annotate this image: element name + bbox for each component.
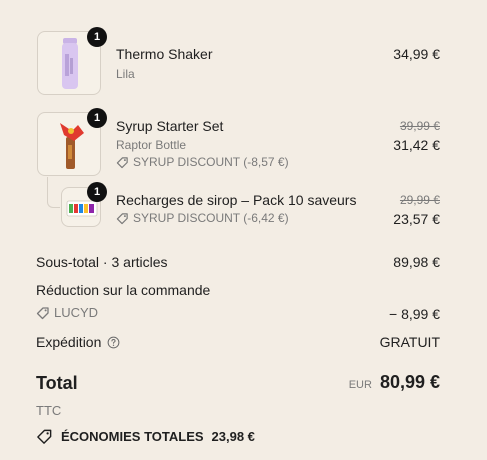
tag-icon (37, 429, 52, 444)
discount-label: SYRUP DISCOUNT (-6,42 €) (133, 211, 289, 225)
help-circle-icon[interactable] (107, 336, 120, 349)
order-discount-label: Réduction sur la commande (36, 282, 211, 298)
tag-icon (36, 306, 49, 319)
item-discount: SYRUP DISCOUNT (-8,57 €) (116, 155, 289, 169)
total-savings: ÉCONOMIES TOTALES 23,98 € (36, 428, 255, 445)
item-name: Syrup Starter Set (116, 118, 224, 134)
item-original-price: 39,99 € (399, 119, 440, 133)
total-value: 80,99 € (379, 372, 440, 392)
item-name: Thermo Shaker (116, 46, 213, 62)
total-amount: EUR 80,99 € (349, 372, 440, 393)
item-variant: Lila (116, 67, 135, 81)
item-variant: Raptor Bottle (116, 138, 187, 152)
quantity-badge: 1 (87, 27, 107, 47)
discount-label: SYRUP DISCOUNT (-8,57 €) (133, 155, 289, 169)
item-name: Recharges de sirop – Pack 10 saveurs (116, 192, 357, 208)
savings-value: 23,98 € (211, 429, 255, 444)
savings-label: ÉCONOMIES TOTALES (61, 429, 204, 444)
quantity-badge: 1 (87, 182, 107, 202)
tag-icon (116, 212, 128, 224)
subtotal-value: 89,98 € (393, 254, 440, 270)
tax-note: TTC (36, 403, 62, 418)
shipping-label: Expédition (36, 334, 102, 350)
tag-icon (116, 156, 128, 168)
item-price: 34,99 € (393, 46, 440, 62)
product-thumbnail-syrup-starter-set: 1 (37, 108, 107, 176)
subtotal-label: Sous-total · 3 articles (36, 254, 168, 270)
item-original-price: 29,99 € (399, 193, 440, 207)
discount-code: LUCYD (36, 305, 98, 320)
item-price: 23,57 € (393, 211, 440, 227)
bundle-connector-line (47, 177, 60, 208)
item-discount: SYRUP DISCOUNT (-6,42 €) (116, 211, 289, 225)
shipping-row: Expédition (36, 334, 120, 350)
discount-value: − 8,99 € (389, 306, 440, 322)
product-thumbnail-thermo-shaker: 1 (37, 27, 107, 95)
quantity-badge: 1 (87, 108, 107, 128)
total-label: Total (36, 373, 78, 393)
shipping-value: GRATUIT (379, 334, 440, 350)
discount-code-label: LUCYD (54, 305, 99, 320)
item-price: 31,42 € (393, 137, 440, 153)
product-thumbnail-syrup-refill-pack: 1 (61, 182, 107, 227)
total-currency: EUR (348, 379, 372, 391)
